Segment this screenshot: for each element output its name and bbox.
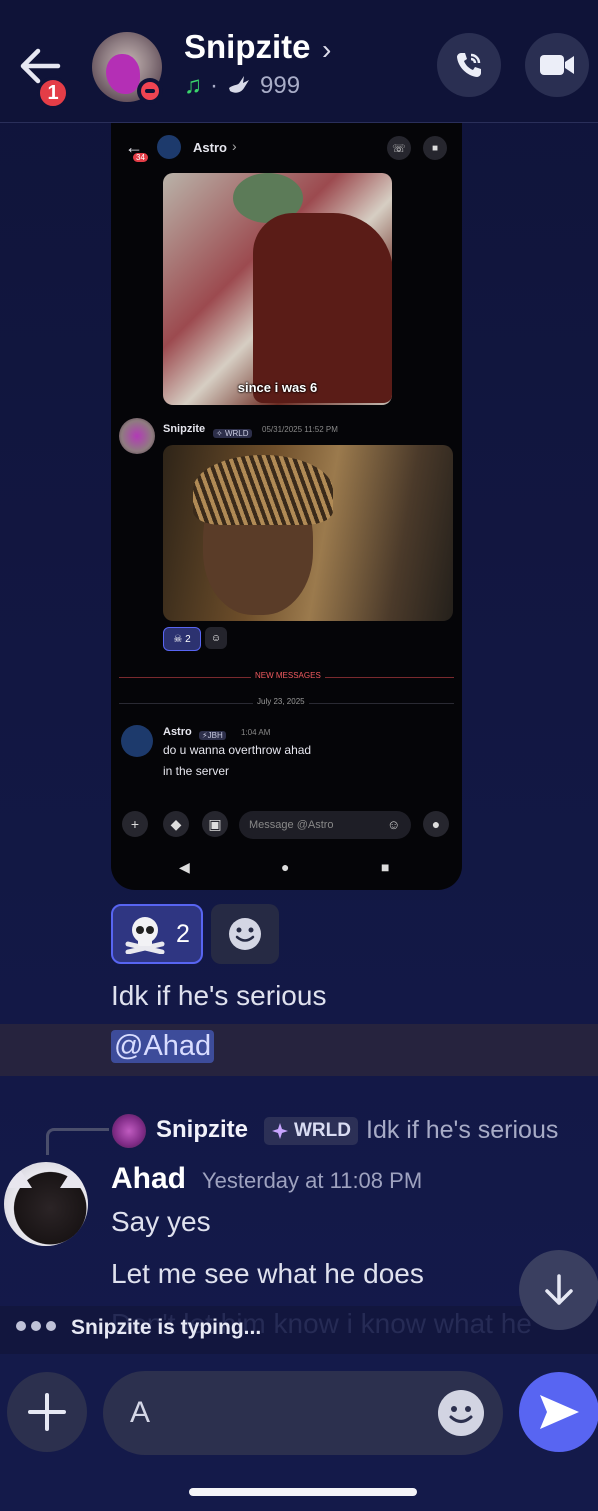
message-text: Idk if he's serious [111, 980, 327, 1011]
embedded-astro-avatar [121, 725, 153, 757]
embedded-meme-image-1: since i was 6 [163, 173, 392, 405]
embedded-reaction-count: 2 [185, 633, 191, 645]
embedded-author-name: Snipzite [163, 423, 206, 435]
music-note-icon: ♫ [184, 72, 202, 99]
attach-button[interactable] [7, 1372, 87, 1452]
embedded-phone-icon: ☏ [387, 136, 411, 160]
status-separator: · [210, 72, 218, 99]
add-reaction-button[interactable] [211, 904, 279, 964]
user-mention[interactable]: @Ahad [111, 1030, 215, 1063]
embedded-gift-icon: ▣ [202, 811, 228, 837]
emoji-button[interactable] [438, 1390, 484, 1436]
send-button[interactable] [519, 1372, 598, 1452]
reply-connector [46, 1128, 109, 1155]
reply-author-name[interactable]: Snipzite [156, 1116, 248, 1144]
embedded-snipzite-avatar [119, 418, 155, 454]
typing-dots-icon [16, 1321, 56, 1331]
contact-status: ♫ · 999 [184, 72, 300, 100]
reply-author-avatar [112, 1114, 146, 1148]
embedded-video-icon: ■ [423, 136, 447, 160]
embedded-astro-line2: in the server [163, 764, 230, 778]
ahad-timestamp: Yesterday at 11:08 PM [202, 1168, 423, 1193]
date-divider-label: July 23, 2025 [253, 697, 309, 706]
typing-indicator-text: Snipzite is typing... [71, 1316, 262, 1339]
ahad-author-name[interactable]: Ahad [111, 1162, 186, 1196]
skull-crossbones-icon [125, 917, 165, 954]
embedded-message-time: 05/31/2025 11:52 PM [262, 425, 338, 434]
dove-icon [229, 76, 249, 93]
embedded-nav-home-icon: ● [281, 859, 290, 875]
embedded-nav-back-icon: ◀ [179, 859, 190, 875]
embedded-author-tag-text: WRLD [224, 429, 249, 438]
status-count: 999 [260, 72, 301, 99]
embedded-astro-time: 1:04 AM [241, 728, 271, 737]
ahad-message-line1: Say yes [111, 1206, 211, 1237]
embedded-nav-bar: ◀ ● ■ [111, 859, 462, 885]
skull-reaction[interactable]: 2 [111, 904, 203, 964]
video-camera-icon [540, 55, 574, 75]
embedded-contact-avatar [157, 135, 181, 159]
meme-caption: since i was 6 [237, 380, 318, 395]
dnd-status-icon [137, 78, 163, 104]
skull-reaction-count: 2 [176, 919, 190, 948]
embedded-message-input: Message @Astro [239, 811, 411, 839]
embedded-contact-name: Astro [193, 140, 227, 155]
video-call-button[interactable] [525, 33, 589, 97]
arrow-down-icon [545, 1274, 573, 1305]
embedded-gamepad-icon: ◆ [163, 811, 189, 837]
new-messages-label: NEW MESSAGES [251, 671, 325, 680]
embedded-composer: + ◆ ▣ Message @Astro ☺ ● [111, 805, 462, 845]
embedded-emoji-icon: ☺ [387, 817, 401, 832]
embedded-add-reaction-icon: ☺ [205, 627, 227, 649]
home-indicator[interactable] [189, 1488, 417, 1496]
embedded-nav-recents-icon: ■ [381, 859, 390, 875]
reply-author-tag: WRLD [264, 1117, 358, 1145]
contact-name[interactable]: Snipzite [184, 28, 311, 66]
ahad-message-line2: Let me see what he does [111, 1258, 424, 1289]
plus-icon [28, 1393, 66, 1431]
embedded-astro-name: Astro [163, 726, 192, 738]
embedded-author-tag: ✧ WRLD [213, 423, 252, 441]
embedded-skull-icon: ☠ [173, 633, 183, 645]
sparkle-icon [272, 1123, 288, 1139]
embedded-astro-tag: ⚡JBH [199, 725, 226, 743]
reply-author-tag-text: WRLD [294, 1120, 351, 1141]
embedded-screenshot-image[interactable]: ← 34 Astro › ☏ ■ since i was 6 Snipzite … [111, 123, 462, 890]
embedded-unread-badge: 34 [133, 153, 148, 162]
embedded-mic-icon: ● [423, 811, 449, 837]
chat-header: 1 Snipzite › ♫ · 999 [0, 0, 598, 123]
send-icon [540, 1395, 579, 1429]
chevron-right-icon[interactable]: › [322, 34, 331, 66]
embedded-chevron-icon: › [232, 138, 237, 154]
unread-badge: 1 [37, 77, 69, 109]
embedded-astro-tag-text: JBH [207, 731, 223, 740]
mention-highlight-row [0, 1024, 598, 1076]
embedded-astro-line1: do u wanna overthrow ahad [163, 743, 312, 757]
ahad-avatar[interactable] [4, 1162, 88, 1246]
smiley-icon [449, 1406, 473, 1423]
reply-preview[interactable]: Idk if he's serious [366, 1116, 558, 1145]
message-input-value[interactable]: A [130, 1396, 150, 1430]
embedded-plus-icon: + [122, 811, 148, 837]
embedded-header: ← 34 Astro › ☏ ■ [111, 123, 462, 175]
embedded-meme-image-2 [163, 445, 453, 621]
embedded-skull-reaction: ☠ 2 [163, 627, 201, 651]
add-reaction-icon [229, 918, 261, 950]
jump-to-bottom-button[interactable] [519, 1250, 598, 1330]
phone-icon [457, 53, 481, 77]
voice-call-button[interactable] [437, 33, 501, 97]
